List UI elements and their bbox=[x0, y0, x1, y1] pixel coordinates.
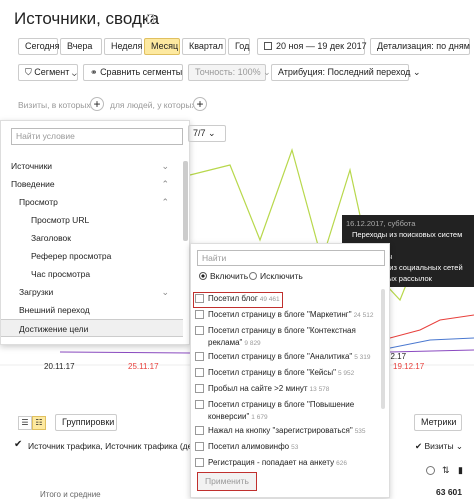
tree-item-8[interactable]: Внешний переход bbox=[1, 301, 183, 319]
checkbox-icon[interactable] bbox=[195, 310, 204, 320]
radio-icon bbox=[249, 272, 257, 280]
condition-panel: Найти условие Источники ⌄ Поведение ⌃ Просмо… bbox=[0, 120, 190, 345]
goal-item-continuation: реклама" 9 829 bbox=[208, 338, 261, 347]
x-tick-label: 20.11.17 bbox=[44, 362, 75, 371]
goal-item[interactable]: Регистрация - попадает на анкету 626 bbox=[195, 456, 371, 470]
tree-item-4[interactable]: Заголовок bbox=[1, 229, 183, 247]
chevron-down-icon: ⌄ bbox=[412, 67, 421, 77]
radio-checked-icon bbox=[199, 272, 207, 280]
goal-panel: Найти Включить Исключить Посетил блог 49 … bbox=[190, 243, 390, 498]
sort-icon[interactable]: ⇅ bbox=[442, 465, 450, 476]
tree-item-2[interactable]: Просмотр ⌃ bbox=[1, 193, 183, 211]
period-5-button[interactable]: Год bbox=[228, 38, 250, 55]
tree-item-0[interactable]: Источники ⌄ bbox=[1, 157, 183, 175]
chevron-down-icon: ⌄ bbox=[71, 67, 77, 77]
apply-button[interactable]: Применить bbox=[197, 472, 257, 491]
checkbox-icon[interactable] bbox=[195, 442, 204, 452]
checkbox-icon[interactable] bbox=[195, 426, 204, 436]
table-view-button[interactable]: ☰ bbox=[18, 416, 32, 430]
goal-item[interactable]: Посетил алимовинфо 53 bbox=[195, 440, 371, 454]
goal-item[interactable]: Посетил страницу в блоге "Повышение bbox=[195, 398, 371, 412]
tree-item-7[interactable]: Загрузки ⌄ bbox=[1, 283, 183, 301]
chevron-icon: ⌃ bbox=[161, 179, 169, 189]
add-visits-condition-button[interactable]: + bbox=[90, 97, 104, 111]
period-4-button[interactable]: Квартал bbox=[182, 38, 226, 55]
tree-view-button[interactable]: ☷ bbox=[32, 416, 46, 430]
detail-select[interactable]: Детализация: по дням ⌄ bbox=[370, 38, 474, 55]
segment-button[interactable]: ⛉ Сегмент ⌄ bbox=[18, 64, 78, 81]
tree-item-1[interactable]: Поведение ⌃ bbox=[1, 175, 183, 193]
goal-item[interactable]: Посетил страницу в блоге "Аналитика" 5 31… bbox=[195, 350, 371, 364]
period-3-button[interactable]: Месяц bbox=[144, 38, 180, 55]
include-radio[interactable]: Включить bbox=[199, 271, 248, 281]
x-tick-label: 25.11.17 bbox=[128, 362, 159, 371]
period-0-button[interactable]: Сегодня bbox=[18, 38, 60, 55]
dimension-header[interactable]: Источник трафика, Источник трафика (дета bbox=[28, 441, 190, 451]
visits-column-header[interactable]: ✔ Визиты ⌄ bbox=[415, 441, 463, 452]
goal-item[interactable]: Пробыл на сайте >2 минут 13 578 bbox=[195, 382, 371, 396]
add-people-condition-button[interactable]: + bbox=[193, 97, 207, 111]
condition-search-input[interactable]: Найти условие bbox=[11, 128, 183, 145]
tree-item-6[interactable]: Час просмотра bbox=[1, 265, 183, 283]
highlight-first-goal bbox=[193, 292, 283, 308]
people-filter-label: для людей, у которых bbox=[110, 100, 196, 110]
tree-scrollbar[interactable] bbox=[183, 161, 188, 241]
filter-icon: ⛉ bbox=[25, 67, 32, 77]
goal-item-continuation: конверсии" 1 679 bbox=[208, 412, 268, 421]
tooltip-date: 16.12.2017, суббота bbox=[346, 219, 416, 228]
date-range-picker[interactable]: 20 ноя — 19 дек 2017 bbox=[257, 38, 367, 55]
accuracy-select[interactable]: Точность: 100% ⌄ bbox=[188, 64, 271, 81]
bar-icon[interactable]: ▮ bbox=[458, 465, 463, 476]
checkbox-icon[interactable] bbox=[195, 400, 204, 410]
tree-item-5[interactable]: Реферер просмотра bbox=[1, 247, 183, 265]
metrics-button[interactable]: Метрики bbox=[414, 414, 462, 431]
goal-search-input[interactable]: Найти bbox=[197, 250, 385, 266]
compare-segments-button[interactable]: ⚭ Сравнить сегменты bbox=[83, 64, 183, 81]
checkbox-icon[interactable] bbox=[195, 368, 204, 378]
goal-scrollbar[interactable] bbox=[381, 289, 385, 409]
compare-icon: ⚭ bbox=[90, 67, 98, 77]
x-tick-label: 19.12.17 bbox=[393, 362, 425, 371]
tree-item-3[interactable]: Просмотр URL bbox=[1, 211, 183, 229]
segment-pager[interactable]: 7/7 ⌄ bbox=[188, 125, 226, 142]
bookmark-icon[interactable] bbox=[147, 14, 154, 23]
checkbox-icon[interactable] bbox=[195, 352, 204, 362]
checkbox-icon[interactable] bbox=[195, 384, 204, 394]
checkbox-icon[interactable] bbox=[195, 458, 204, 468]
grouping-button[interactable]: Группировки bbox=[55, 414, 117, 431]
pie-icon[interactable] bbox=[426, 466, 435, 475]
dimension-check-icon: ✔ bbox=[14, 439, 23, 450]
tree-item-9[interactable]: Достижение цели bbox=[1, 319, 183, 337]
chevron-icon: ⌄ bbox=[161, 161, 169, 171]
chevron-icon: ⌃ bbox=[161, 197, 169, 207]
period-2-button[interactable]: Неделя bbox=[104, 38, 142, 55]
attribution-select[interactable]: Атрибуция: Последний переход ⌄ bbox=[271, 64, 421, 81]
goal-item[interactable]: Посетил страницу в блоге "Кейсы" 5 952 bbox=[195, 366, 371, 380]
chevron-icon: ⌄ bbox=[161, 287, 169, 297]
totals-value: 63 601 bbox=[436, 487, 462, 497]
goal-item[interactable]: Нажал на кнопку "зарегистрироваться" 535 bbox=[195, 424, 371, 438]
checkbox-icon[interactable] bbox=[195, 326, 204, 336]
tooltip-line: Переходы из поисковых систем bbox=[352, 230, 463, 239]
exclude-radio[interactable]: Исключить bbox=[249, 271, 303, 281]
page-title: Источники, сводка bbox=[14, 9, 160, 28]
visits-filter-label: Визиты, в которых bbox=[18, 100, 91, 110]
calendar-icon bbox=[264, 42, 272, 50]
goal-item[interactable]: Посетил страницу в блоге "Контекстная bbox=[195, 324, 371, 338]
period-1-button[interactable]: Вчера bbox=[60, 38, 102, 55]
goal-item[interactable]: Посетил страницу в блоге "Маркетинг" 24 5… bbox=[195, 308, 373, 322]
